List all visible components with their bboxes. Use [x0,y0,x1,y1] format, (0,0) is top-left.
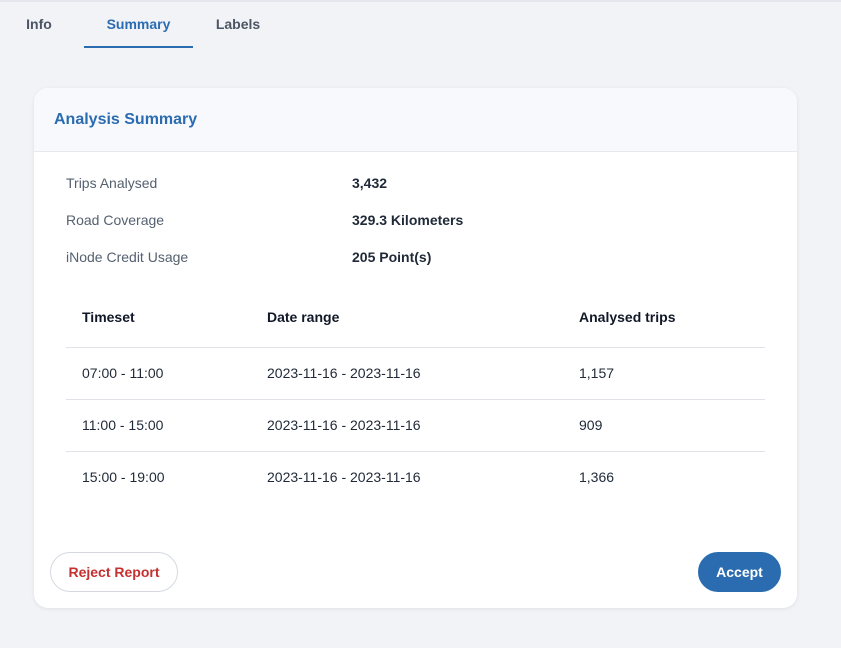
table-row: 15:00 - 19:00 2023-11-16 - 2023-11-16 1,… [66,451,765,503]
table-header-row: Timeset Date range Analysed trips [66,288,765,348]
stat-label: Road Coverage [66,212,165,228]
cell-date-range: 2023-11-16 - 2023-11-16 [267,347,579,400]
analysis-summary-card: Analysis Summary Trips Analysed 3,432 Ro… [34,88,797,608]
cell-timeset: 15:00 - 19:00 [82,469,165,486]
stat-value: 205 Point(s) [352,249,432,265]
cell-analysed-trips: 1,366 [579,469,615,486]
cell-date-range: 2023-11-16 - 2023-11-16 [267,399,579,452]
stat-label: Trips Analysed [66,175,158,191]
stat-road-coverage: Road Coverage 329.3 Kilometers [66,212,566,249]
cell-analysed-trips: 909 [579,399,765,452]
tab-labels[interactable]: Labels [208,0,268,48]
stat-value: 3,432 [352,175,388,191]
table-row: 11:00 - 15:00 2023-11-16 - 2023-11-16 90… [66,399,765,452]
card-title: Analysis Summary [54,111,198,128]
tab-info[interactable]: Info [16,0,62,48]
stat-trips-analysed: Trips Analysed 3,432 [66,175,566,212]
table-row: 07:00 - 11:00 2023-11-16 - 2023-11-16 1,… [66,347,765,400]
stat-label: iNode Credit Usage [66,249,189,265]
timeset-table: Timeset Date range Analysed trips 07:00 … [66,288,765,503]
cell-date-range: 2023-11-16 - 2023-11-16 [267,469,421,486]
cell-timeset: 07:00 - 11:00 [66,347,267,400]
cell-timeset: 11:00 - 15:00 [66,399,267,452]
column-header-timeset: Timeset [66,288,267,348]
stat-value: 329.3 Kilometers [352,212,464,228]
column-header-date-range: Date range [267,288,579,348]
card-header: Analysis Summary [34,88,797,152]
tab-bar: Info Summary Labels [0,0,841,48]
cell-analysed-trips: 1,157 [579,347,765,400]
accept-button[interactable]: Accept [698,552,781,592]
stats-list: Trips Analysed 3,432 Road Coverage 329.3… [66,175,566,286]
column-header-analysed-trips: Analysed trips [579,288,765,348]
reject-report-button[interactable]: Reject Report [50,552,178,592]
stat-credit-usage: iNode Credit Usage 205 Point(s) [66,249,566,286]
tab-summary[interactable]: Summary [84,0,193,48]
